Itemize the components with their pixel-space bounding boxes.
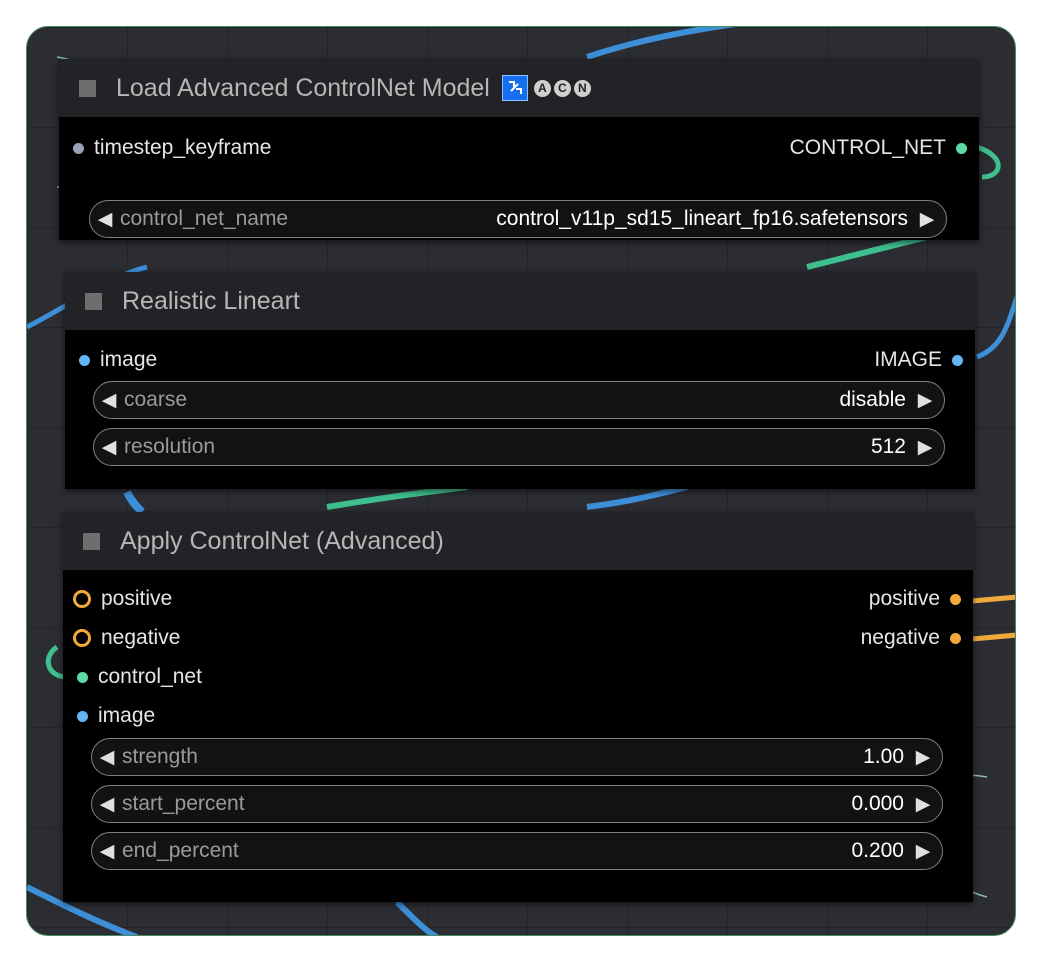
widget-coarse[interactable]: ◀ coarse disable ▶ (93, 381, 945, 419)
widget-resolution[interactable]: ◀ resolution 512 ▶ (93, 428, 945, 466)
node-apply-controlnet-advanced[interactable]: Apply ControlNet (Advanced) positive neg… (63, 512, 973, 902)
node-title: Load Advanced ControlNet Model (116, 73, 490, 102)
node-header[interactable]: Load Advanced ControlNet Model A C N (59, 59, 979, 117)
node-title: Realistic Lineart (122, 286, 300, 315)
badge-a: A (533, 79, 551, 97)
widget-strength[interactable]: ◀ strength 1.00 ▶ (91, 738, 943, 776)
slot-dot[interactable] (952, 354, 963, 366)
node-graph-canvas[interactable]: Load Advanced ControlNet Model A C N tim… (26, 26, 1016, 936)
collapse-toggle[interactable] (85, 292, 102, 310)
decrement-arrow[interactable]: ◀ (92, 793, 122, 816)
increment-arrow[interactable]: ▶ (910, 389, 940, 412)
node-title: Apply ControlNet (Advanced) (120, 526, 444, 555)
slot-dot[interactable] (73, 590, 91, 608)
slot-dot[interactable] (77, 671, 88, 683)
decrement-arrow[interactable]: ◀ (94, 389, 124, 412)
collapse-toggle[interactable] (79, 79, 96, 97)
output-slot-positive[interactable]: positive (869, 587, 961, 611)
input-slot-timestep-keyframe[interactable]: timestep_keyframe (73, 136, 271, 160)
increment-arrow[interactable]: ▶ (908, 746, 938, 769)
badge-n: N (573, 79, 591, 97)
slot-dot[interactable] (77, 710, 88, 722)
widget-start-percent[interactable]: ◀ start_percent 0.000 ▶ (91, 785, 943, 823)
input-slot-control-net[interactable]: control_net (77, 665, 202, 689)
custom-node-icon (501, 75, 528, 101)
widget-end-percent[interactable]: ◀ end_percent 0.200 ▶ (91, 832, 943, 870)
slot-dot[interactable] (73, 142, 84, 154)
input-slot-negative[interactable]: negative (73, 626, 180, 650)
increment-arrow[interactable]: ▶ (908, 793, 938, 816)
slot-dot[interactable] (73, 629, 91, 647)
input-slot-image[interactable]: image (77, 704, 155, 728)
input-slot-image[interactable]: image (79, 348, 157, 372)
slot-dot[interactable] (950, 632, 961, 644)
node-header[interactable]: Realistic Lineart (65, 272, 975, 330)
collapse-toggle[interactable] (83, 532, 100, 550)
output-slot-negative[interactable]: negative (861, 626, 961, 650)
output-slot-control-net[interactable]: CONTROL_NET (790, 136, 967, 160)
badge-c: C (553, 79, 571, 97)
increment-arrow[interactable]: ▶ (910, 436, 940, 459)
slot-dot[interactable] (956, 142, 967, 154)
node-realistic-lineart[interactable]: Realistic Lineart image IMAGE ◀ coarse d… (65, 272, 975, 489)
increment-arrow[interactable]: ▶ (908, 840, 938, 863)
slot-dot[interactable] (79, 354, 90, 366)
input-slot-positive[interactable]: positive (73, 587, 172, 611)
slot-dot[interactable] (950, 593, 961, 605)
decrement-arrow[interactable]: ◀ (92, 840, 122, 863)
decrement-arrow[interactable]: ◀ (94, 436, 124, 459)
decrement-arrow[interactable]: ◀ (90, 208, 120, 231)
decrement-arrow[interactable]: ◀ (92, 746, 122, 769)
node-header[interactable]: Apply ControlNet (Advanced) (63, 512, 973, 570)
node-load-advanced-controlnet[interactable]: Load Advanced ControlNet Model A C N tim… (59, 59, 979, 240)
output-slot-image[interactable]: IMAGE (874, 348, 963, 372)
node-badges: A C N (501, 75, 594, 101)
widget-control-net-name[interactable]: ◀ control_net_name control_v11p_sd15_lin… (89, 200, 947, 238)
increment-arrow[interactable]: ▶ (912, 208, 942, 231)
